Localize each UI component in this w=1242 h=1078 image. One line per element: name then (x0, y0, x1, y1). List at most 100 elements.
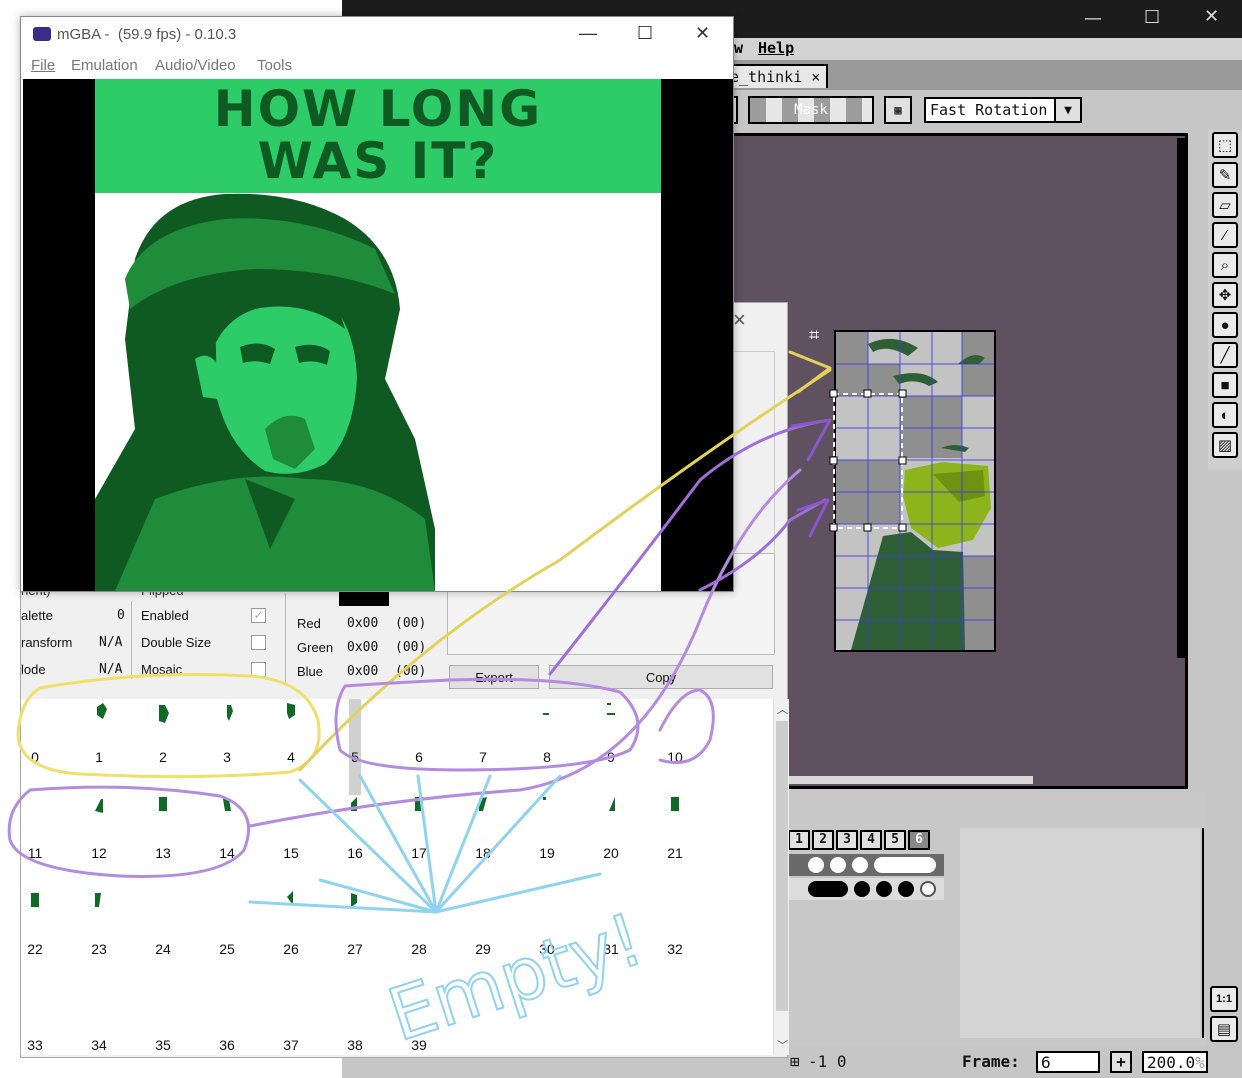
fill-icon[interactable]: ● (1212, 312, 1238, 338)
tile-number: 17 (411, 845, 427, 861)
tile-number: 23 (91, 941, 107, 957)
maximize-icon[interactable]: ☐ (1144, 7, 1160, 28)
close-icon[interactable]: ✕ (695, 23, 710, 44)
tile-number: 9 (607, 749, 615, 765)
transform-label: ransform (21, 635, 73, 650)
tile-9-sprite-top (607, 703, 611, 705)
enabled-checkbox[interactable]: ✓ (251, 608, 266, 623)
menu-tools[interactable]: Tools (257, 57, 292, 74)
minimize-icon[interactable]: — (579, 23, 597, 44)
brush-shapes-row-2[interactable] (788, 878, 944, 900)
close-icon[interactable]: × (733, 307, 746, 333)
tile-27-sprite (351, 893, 357, 907)
menu-file[interactable]: File (31, 57, 55, 74)
sprite-tab[interactable]: e_thinki × (722, 64, 828, 88)
scroll-thumb[interactable] (776, 721, 788, 1011)
mosaic-label: Mosaic (141, 662, 183, 677)
brush-size-4[interactable]: 4 (860, 830, 882, 850)
zoom-input[interactable]: 200.0% (1142, 1051, 1208, 1073)
maximize-icon[interactable]: ☐ (637, 23, 653, 44)
tile-16-sprite (351, 797, 357, 811)
close-icon[interactable]: ✕ (1204, 6, 1219, 27)
move-icon[interactable]: ✥ (1212, 282, 1238, 308)
tile-number: 16 (347, 845, 363, 861)
zoom-1-1-button[interactable]: 1:1 (1210, 986, 1238, 1012)
tile-number: 27 (347, 941, 363, 957)
tile-number: 11 (27, 845, 43, 861)
tile-18-sprite (479, 797, 487, 811)
tile-number: 1 (95, 749, 103, 765)
tile-number: 20 (603, 845, 619, 861)
red-hex: 0x00 (347, 616, 379, 631)
rotation-algorithm-select[interactable]: Fast Rotation (924, 97, 1056, 123)
tile-number: 13 (155, 845, 171, 861)
mgba-menubar: File Emulation Audio/Video Tools (21, 53, 733, 79)
frame-input[interactable]: 6 (1036, 1051, 1100, 1073)
tile-number: 6 (415, 749, 423, 765)
mgba-window: mGBA - (59.9 fps) - 0.10.3 — ☐ ✕ File Em… (20, 16, 734, 592)
tile-number: 5 (351, 749, 359, 765)
line-icon[interactable]: ╱ (1212, 342, 1238, 368)
export-button[interactable]: Export (449, 665, 539, 689)
eraser-icon[interactable]: ▱ (1212, 192, 1238, 218)
brush-size-3[interactable]: 3 (836, 830, 858, 850)
pixel-grid-icon[interactable]: ▦ (884, 96, 912, 124)
blur-icon[interactable]: ▨ (1212, 432, 1238, 458)
film-strip-icon[interactable]: ▤ (1210, 1016, 1238, 1042)
eyedropper-icon[interactable]: ⁄ (1212, 222, 1238, 248)
window-title: mGBA - (59.9 fps) - 0.10.3 (57, 26, 237, 43)
tile-number: 14 (219, 845, 235, 861)
tile-number: 26 (283, 941, 299, 957)
tile-number: 30 (539, 941, 555, 957)
menu-audio-video[interactable]: Audio/Video (155, 57, 236, 74)
game-display: HOW LONG WAS IT? (95, 79, 661, 591)
green-dec: (00) (395, 640, 427, 655)
tile-20-sprite (609, 797, 615, 811)
menu-help[interactable]: Help (758, 39, 794, 57)
sprite-artwork: ⌗ (809, 325, 996, 652)
tile-number: 2 (159, 749, 167, 765)
palette-value: 0 (117, 608, 125, 623)
tile-number: 10 (667, 749, 683, 765)
vertical-scrollbar[interactable] (1177, 138, 1185, 658)
zoom-icon[interactable]: ⌕ (1212, 252, 1238, 278)
rectangle-icon[interactable]: ■ (1212, 372, 1238, 398)
pencil-icon[interactable]: ✎ (1212, 162, 1238, 188)
tile-grid[interactable]: 0 1 2 3 4 5 6 7 8 9 10 11 12 13 14 15 16… (21, 699, 773, 1055)
brush-size-5[interactable]: 5 (884, 830, 906, 850)
brush-size-row: 1 2 3 4 5 6 (788, 830, 930, 850)
double-size-checkbox[interactable] (251, 635, 266, 650)
mosaic-checkbox[interactable] (251, 662, 266, 677)
marquee-icon[interactable]: ⬚ (1212, 132, 1238, 158)
menu-view[interactable]: w (734, 39, 743, 57)
mask-button[interactable]: Mask (748, 96, 874, 124)
tile-17-sprite (415, 797, 423, 811)
chevron-down-icon[interactable]: ▼ (1054, 97, 1082, 123)
tile-13-sprite (159, 797, 167, 811)
blue-label: Blue (297, 664, 324, 679)
brush-size-1[interactable]: 1 (788, 830, 810, 850)
add-frame-button[interactable]: + (1110, 1051, 1132, 1073)
cel-area[interactable] (960, 828, 1200, 1038)
brush-size-6[interactable]: 6 (908, 830, 930, 850)
tile-number: 37 (283, 1037, 299, 1053)
brush-shapes-row-1[interactable] (788, 854, 944, 876)
grid-icon: ⊞ (790, 1052, 800, 1071)
tab-close-icon[interactable]: × (811, 68, 820, 86)
ellipse-icon[interactable]: ◐ (1212, 402, 1238, 428)
tile-22-sprite (31, 893, 39, 907)
menu-emulation[interactable]: Emulation (71, 57, 138, 74)
minimize-icon[interactable]: — (1084, 8, 1102, 29)
enabled-label: Enabled (141, 608, 189, 623)
tile-26-sprite (287, 891, 293, 905)
brush-size-2[interactable]: 2 (812, 830, 834, 850)
tile-number: 4 (287, 749, 295, 765)
game-screen[interactable]: HOW LONG WAS IT? (23, 79, 733, 591)
scroll-down-icon[interactable]: ﹀ (777, 1037, 788, 1053)
scroll-up-icon[interactable]: ︿ (777, 701, 788, 717)
copy-button[interactable]: Copy (549, 665, 773, 689)
sprite-canvas[interactable]: ⌗ (730, 133, 1188, 789)
tile-number: 12 (91, 845, 107, 861)
tile-grid-scrollbar[interactable]: ︿ ﹀ (773, 699, 789, 1055)
blue-hex: 0x00 (347, 664, 379, 679)
